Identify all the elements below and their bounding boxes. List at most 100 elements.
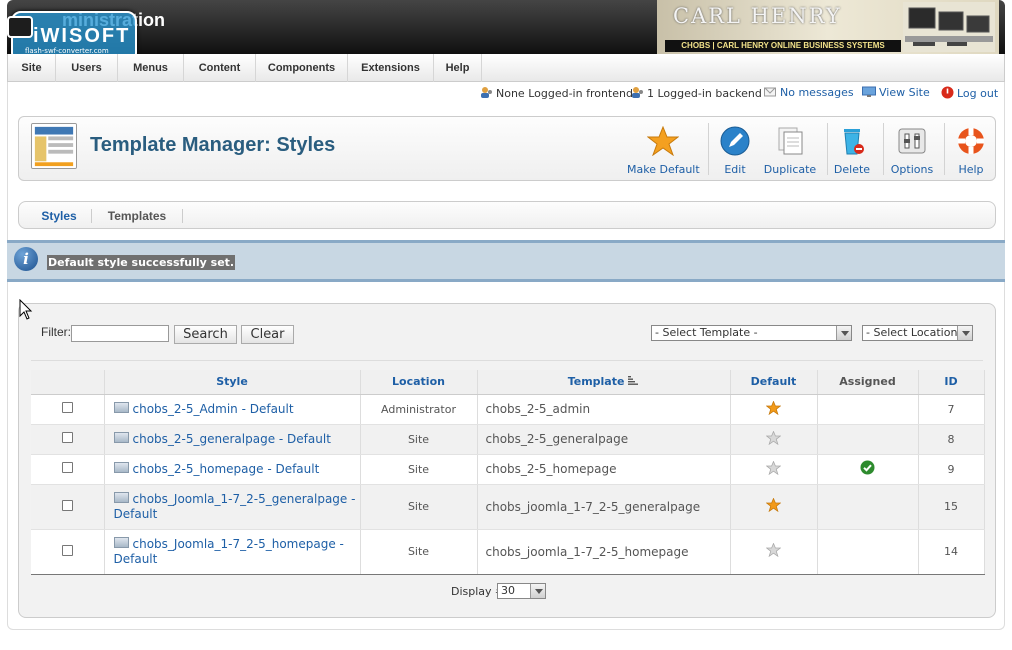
submenu-tabs: Styles Templates xyxy=(18,201,996,229)
row-checkbox[interactable] xyxy=(61,432,73,443)
style-link[interactable]: chobs_2-5_generalpage - Default xyxy=(133,432,331,446)
header-location[interactable]: Location xyxy=(360,370,478,395)
styles-table: Style Location Template Default Assigned… xyxy=(31,370,985,575)
table-row: chobs_2-5_Admin - Default Administrator ch… xyxy=(31,394,985,425)
tab-styles[interactable]: Styles xyxy=(29,208,89,224)
template-cell: chobs_2-5_admin xyxy=(477,394,731,425)
default-star-icon[interactable] xyxy=(765,399,782,415)
header-style[interactable]: Style xyxy=(104,370,361,395)
menu-menus[interactable]: Menus xyxy=(118,54,184,82)
row-checkbox[interactable] xyxy=(61,462,73,473)
make-default-button[interactable]: Make Default xyxy=(627,123,700,177)
menu-components[interactable]: Components xyxy=(256,54,348,82)
template-cell: chobs_joomla_1-7_2-5_generalpage xyxy=(477,484,731,530)
display-count-select[interactable]: 30 xyxy=(497,583,546,599)
select-template-dropdown[interactable]: - Select Template - xyxy=(651,325,852,341)
brand-banner: CARL HENRY CHOBS | CARL HENRY ONLINE BUS… xyxy=(657,0,999,54)
search-button[interactable]: Search xyxy=(174,325,237,344)
template-thumbnail-icon xyxy=(113,431,129,443)
logout-link[interactable]: Log out xyxy=(941,86,998,100)
options-icon xyxy=(898,128,926,154)
row-checkbox-cell xyxy=(31,394,105,425)
user-group-icon xyxy=(481,87,492,98)
menu-content[interactable]: Content xyxy=(184,54,256,82)
assigned-cell xyxy=(817,394,919,425)
brand-strapline: CHOBS | CARL HENRY ONLINE BUSINESS SYSTE… xyxy=(665,40,901,52)
style-cell: chobs_2-5_generalpage - Default xyxy=(104,424,361,455)
template-thumbnail-icon xyxy=(113,491,129,503)
filter-input[interactable] xyxy=(71,325,169,342)
menu-help[interactable]: Help xyxy=(434,54,482,82)
check-circle-icon xyxy=(860,460,875,475)
template-cell: chobs_2-5_generalpage xyxy=(477,424,731,455)
location-cell: Administrator xyxy=(360,394,478,425)
trash-icon xyxy=(844,129,864,155)
style-link[interactable]: chobs_2-5_homepage - Default xyxy=(133,462,320,476)
star-icon xyxy=(647,126,679,156)
header-template[interactable]: Template xyxy=(477,370,731,395)
chevron-down-icon xyxy=(836,326,851,340)
user-group-icon xyxy=(632,87,643,98)
page-title: Template Manager: Styles xyxy=(90,134,336,156)
template-thumbnail-icon xyxy=(113,401,129,413)
view-site-link[interactable]: View Site xyxy=(862,86,930,99)
header-checkbox-col xyxy=(31,370,105,395)
select-location-dropdown[interactable]: - Select Location - xyxy=(862,325,973,341)
default-star-icon[interactable] xyxy=(765,497,782,513)
chevron-down-icon xyxy=(530,584,545,598)
star-outline-icon[interactable] xyxy=(765,542,782,558)
styles-list-panel: Filter: Search Clear - Select Template -… xyxy=(18,303,996,618)
messages-link[interactable]: No messages xyxy=(764,86,854,99)
table-row: chobs_2-5_generalpage - Default Site chobs… xyxy=(31,424,985,455)
style-link[interactable]: chobs_Joomla_1-7_2-5_generalpage - Defau… xyxy=(114,492,356,521)
row-checkbox[interactable] xyxy=(61,544,73,556)
star-outline-icon[interactable] xyxy=(765,459,782,475)
default-cell xyxy=(730,484,818,530)
main-menu-bar: Site Users Menus Content Components Exte… xyxy=(7,54,1005,82)
lifebuoy-icon xyxy=(958,128,984,154)
default-cell xyxy=(730,454,818,485)
row-checkbox-cell xyxy=(31,424,105,455)
template-thumbnail-icon xyxy=(113,536,129,548)
menu-site[interactable]: Site xyxy=(8,54,56,82)
mouse-cursor-icon xyxy=(19,299,33,320)
message-text: Default style successfully set. xyxy=(47,255,236,270)
table-row: chobs_Joomla_1-7_2-5_homepage - Default S… xyxy=(31,529,985,575)
row-checkbox[interactable] xyxy=(61,402,73,413)
template-cell: chobs_2-5_homepage xyxy=(477,454,731,485)
default-cell xyxy=(730,424,818,455)
header-id[interactable]: ID xyxy=(918,370,985,395)
default-cell xyxy=(730,394,818,425)
table-row: chobs_2-5_homepage - Default Site chobs_2-… xyxy=(31,454,985,485)
row-checkbox-cell xyxy=(31,454,105,485)
backend-users-status: 1 Logged-in backend xyxy=(631,86,762,100)
id-cell: 7 xyxy=(918,394,985,425)
tab-templates[interactable]: Templates xyxy=(99,208,175,224)
menu-extensions[interactable]: Extensions xyxy=(348,54,434,82)
header-default[interactable]: Default xyxy=(730,370,818,395)
menu-users[interactable]: Users xyxy=(56,54,118,82)
row-checkbox[interactable] xyxy=(61,499,73,511)
id-cell: 15 xyxy=(918,484,985,530)
clear-button[interactable]: Clear xyxy=(241,325,294,344)
assigned-cell xyxy=(817,484,919,530)
duplicate-button[interactable]: Duplicate xyxy=(762,123,818,177)
style-link[interactable]: chobs_Joomla_1-7_2-5_homepage - Default xyxy=(114,537,344,566)
star-outline-icon[interactable] xyxy=(765,429,782,445)
system-message: i Default style successfully set. xyxy=(7,240,1005,282)
row-checkbox-cell xyxy=(31,484,105,530)
assigned-cell xyxy=(817,454,919,485)
admin-header: ministration CARL HENRY CHOBS | CARL HEN… xyxy=(7,0,1005,54)
pencil-icon xyxy=(720,126,750,156)
chevron-down-icon xyxy=(957,326,972,340)
template-manager-icon xyxy=(31,123,77,169)
location-cell: Site xyxy=(360,529,478,575)
delete-button[interactable]: Delete xyxy=(831,123,873,177)
table-header-row: Style Location Template Default Assigned… xyxy=(31,370,985,395)
toolbar-box: Template Manager: Styles Make Default Ed… xyxy=(18,116,996,181)
style-link[interactable]: chobs_2-5_Admin - Default xyxy=(133,402,294,416)
help-button[interactable]: Help xyxy=(951,123,991,177)
filter-label: Filter: xyxy=(41,325,71,339)
edit-button[interactable]: Edit xyxy=(714,123,756,177)
options-button[interactable]: Options xyxy=(889,123,935,177)
